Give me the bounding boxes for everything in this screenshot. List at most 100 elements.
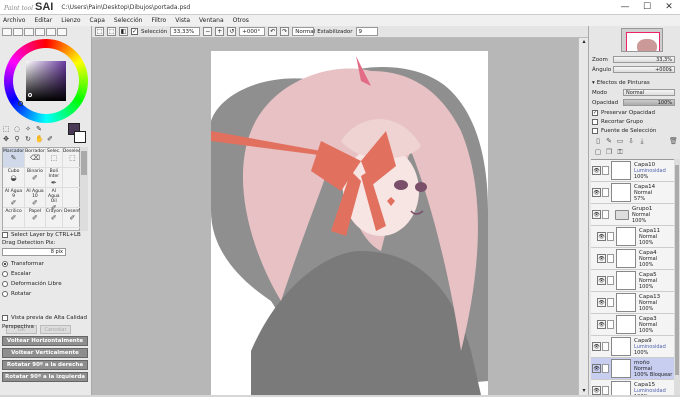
layer-row[interactable]: 👁 Capa9 Luminosidad 100% xyxy=(591,336,674,358)
layer-row[interactable]: 👁 moño Normal 100% Bloquear xyxy=(591,358,674,380)
menu-lienzo[interactable]: Lienzo xyxy=(61,17,80,24)
zoom-in-icon[interactable]: + xyxy=(215,27,225,36)
transfer-down-icon[interactable]: ⇩ xyxy=(627,137,635,145)
free-deform-option[interactable]: Deformación Libre xyxy=(2,281,62,287)
layer-lock-toggle[interactable] xyxy=(607,276,614,285)
opacity-slider[interactable]: 100% xyxy=(623,99,675,106)
rotate-radio[interactable] xyxy=(2,291,8,297)
zoom-icon[interactable]: ⚲ xyxy=(13,135,21,143)
selection-checkbox[interactable]: ✓ xyxy=(131,28,138,35)
cancel-button[interactable]: Cancelar xyxy=(40,325,71,334)
visibility-icon[interactable]: 👁 xyxy=(597,320,606,329)
layer-row[interactable]: 👁 Capa4 Normal 100% xyxy=(591,248,674,270)
layer-row[interactable]: 👁 Capa3 Normal 100% xyxy=(591,314,674,336)
swatches-tab[interactable] xyxy=(57,28,67,36)
eyedropper-icon[interactable]: ✎ xyxy=(35,125,43,133)
layer-row[interactable]: 👁 Capa13 Normal 100% xyxy=(591,292,674,314)
visibility-icon[interactable]: 👁 xyxy=(592,188,601,197)
new-layer-icon[interactable]: ▯ xyxy=(594,137,602,145)
brush-slot[interactable]: Cubo ◒ xyxy=(3,168,26,188)
visibility-icon[interactable]: 👁 xyxy=(597,232,606,241)
menu-vista[interactable]: Vista xyxy=(175,17,190,24)
duplicate-layer-icon[interactable]: ❐ xyxy=(605,148,613,156)
deselect-icon[interactable]: ⬚ xyxy=(107,27,116,36)
saturation-value-square[interactable] xyxy=(26,61,66,101)
layer-lock-toggle[interactable] xyxy=(607,320,614,329)
new-folder-icon[interactable]: ▭ xyxy=(616,137,624,145)
blend-mode-select[interactable]: Normal xyxy=(292,27,315,36)
selection-source-checkbox[interactable] xyxy=(592,128,598,134)
visibility-icon[interactable]: 👁 xyxy=(592,166,601,175)
zoom-out-icon[interactable]: − xyxy=(203,27,213,36)
angle-slider[interactable]: +000$ xyxy=(613,66,675,73)
brush-slot[interactable]: Papel ✐ xyxy=(25,208,46,228)
visibility-icon[interactable]: 👁 xyxy=(592,386,601,395)
brush-slot[interactable]: Borrador ⌫ xyxy=(25,148,46,168)
preserve-opacity-option[interactable]: ✓ Preservar Opacidad xyxy=(592,110,655,116)
rotate-icon[interactable]: ↻ xyxy=(24,135,32,143)
menu-seleccion[interactable]: Selección xyxy=(114,17,143,24)
maximize-button[interactable]: ☐ xyxy=(636,0,658,14)
stabilizer-select[interactable]: 9 xyxy=(355,27,378,36)
hue-marker[interactable] xyxy=(18,101,23,106)
delete-layer-icon[interactable]: 🗑 xyxy=(669,137,678,145)
rotate-right-icon[interactable]: ↷ xyxy=(280,27,290,36)
layer-row[interactable]: 👁 Capa10 Luminosidad 100% xyxy=(591,160,674,182)
clip-group-checkbox[interactable] xyxy=(592,119,598,125)
visibility-icon[interactable]: 👁 xyxy=(597,276,606,285)
rotate-right-button[interactable]: Rotatar 90º a la derecha xyxy=(2,360,88,370)
hq-preview-checkbox[interactable] xyxy=(2,315,8,321)
hsv-slider-tab[interactable] xyxy=(24,28,34,36)
color-picker-dot[interactable] xyxy=(28,93,32,97)
menu-capa[interactable]: Capa xyxy=(90,17,105,24)
color-wheel[interactable] xyxy=(4,39,88,123)
brush-scrollbar[interactable] xyxy=(80,147,88,231)
layer-lock-toggle[interactable] xyxy=(607,254,614,263)
hand-icon[interactable]: ✋ xyxy=(35,135,44,143)
visibility-icon[interactable]: 👁 xyxy=(597,254,606,263)
preserve-opacity-checkbox[interactable]: ✓ xyxy=(592,110,598,116)
lasso-icon[interactable]: ◌ xyxy=(13,125,21,133)
rotate-option[interactable]: Rotatar xyxy=(2,291,31,297)
scroll-down-arrow-icon[interactable]: ▾ xyxy=(580,387,588,395)
zoom-reset-icon[interactable]: ↺ xyxy=(227,27,237,36)
brush-slot[interactable]: Acrilico ✐ xyxy=(3,208,26,228)
merge-down-icon[interactable]: ⤓ xyxy=(638,137,646,145)
layer-row[interactable]: 👁 Capa5 Normal 100% xyxy=(591,270,674,292)
magic-wand-icon[interactable]: ✧ xyxy=(24,125,32,133)
menu-archivo[interactable]: Archivo xyxy=(3,17,25,24)
drag-detection-field[interactable]: 8 pix xyxy=(2,248,66,256)
color-wheel-tab[interactable] xyxy=(2,28,12,36)
move-icon[interactable]: ✥ xyxy=(2,135,10,143)
picker-icon[interactable]: ✐ xyxy=(46,135,54,143)
visibility-icon[interactable]: 👁 xyxy=(592,210,601,219)
menu-editar[interactable]: Editar xyxy=(34,17,52,24)
flip-vertical-button[interactable]: Voltear Verticalmente xyxy=(2,348,88,358)
drawing-canvas[interactable] xyxy=(211,51,488,396)
rotate-left-icon[interactable]: ↶ xyxy=(268,27,278,36)
visibility-icon[interactable]: 👁 xyxy=(597,298,606,307)
scale-radio[interactable] xyxy=(2,271,8,277)
layer-lock-toggle[interactable] xyxy=(602,386,609,395)
brush-slot[interactable]: Al Agua Oil ✐ xyxy=(45,188,63,212)
paint-effects-header[interactable]: ▾ Efectos de Pinturas xyxy=(592,80,650,86)
hq-preview-option[interactable]: Vista previa de Alta Calidad xyxy=(2,315,87,321)
brush-slot[interactable]: Crayon ✐ xyxy=(45,208,63,228)
new-linework-layer-icon[interactable]: ✎ xyxy=(605,137,613,145)
scale-option[interactable]: Escalar xyxy=(2,271,31,277)
palette-tab[interactable] xyxy=(35,28,45,36)
clear-layer-icon[interactable]: ▢ xyxy=(594,148,602,156)
brush-slot[interactable]: Binario ✐ xyxy=(25,168,46,188)
brush-slot[interactable]: Al Agua 9 ✐ xyxy=(3,188,26,208)
menu-filtro[interactable]: Filtro xyxy=(152,17,167,24)
brush-slot[interactable]: Marcador ✎ xyxy=(3,148,26,168)
brush-slot[interactable]: Boli Inter ✒ xyxy=(45,168,63,188)
brush-slot[interactable]: Al Agua 10 ✐ xyxy=(25,188,46,208)
navigator-thumbnail[interactable] xyxy=(621,28,663,52)
select-layer-option[interactable]: Select Layer by CTRL+LB xyxy=(2,232,81,238)
rotate-left-button[interactable]: Rotatar 90º a la izquierda xyxy=(2,372,88,382)
transform-radio[interactable] xyxy=(2,261,8,267)
close-button[interactable]: ✕ xyxy=(658,0,680,14)
zoom-field[interactable]: 33,33% xyxy=(170,27,201,36)
visibility-icon[interactable]: 👁 xyxy=(592,364,601,373)
